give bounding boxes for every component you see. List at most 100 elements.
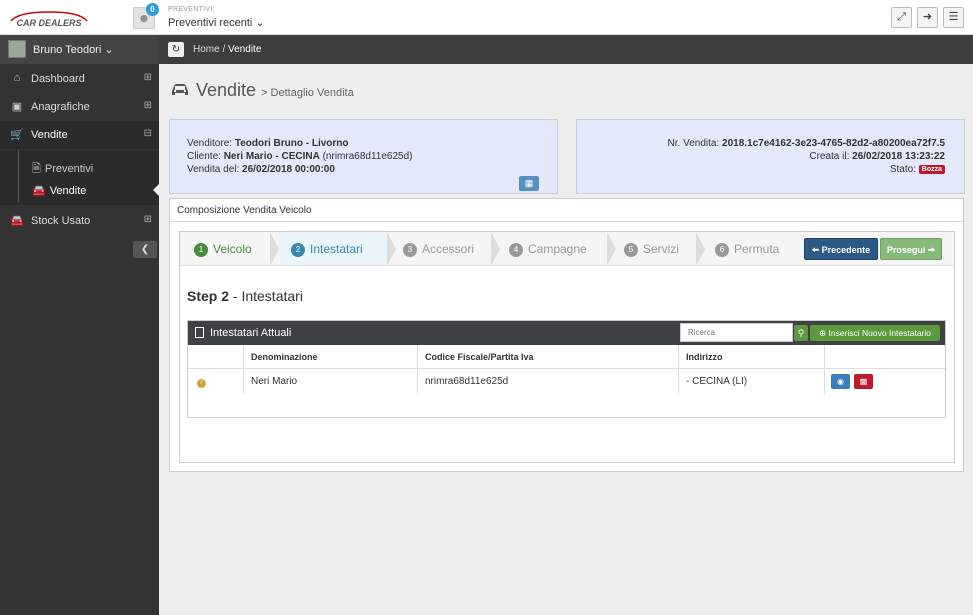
previous-button[interactable]: 🠨 Precedente bbox=[804, 238, 878, 260]
table-title: Intestatari Attuali bbox=[210, 327, 292, 339]
sidebar-subitem-label: Preventivi bbox=[44, 163, 94, 175]
column-header[interactable]: Codice Fiscale/Partita Iva bbox=[418, 345, 679, 369]
column-header-status bbox=[188, 345, 244, 369]
column-header-actions bbox=[825, 345, 945, 369]
preventivi-dropdown[interactable]: Preventivi recenti ⌄ bbox=[168, 16, 265, 29]
status-badge: Bozza bbox=[918, 165, 945, 174]
step-number: 4 bbox=[509, 243, 523, 257]
wizard-step-accessori[interactable]: 3 Accessori bbox=[396, 232, 491, 265]
breadcrumb: Home / Vendite bbox=[193, 44, 261, 55]
venditore-line: Venditore: Teodori Bruno - Livorno bbox=[187, 138, 349, 149]
sale-info-box: Venditore: Teodori Bruno - Livorno Clien… bbox=[169, 119, 558, 194]
menu-button[interactable]: ☰ bbox=[943, 7, 964, 28]
search-button[interactable]: ⚲ bbox=[794, 325, 808, 341]
page-title: Vendite > Dettaglio Vendita bbox=[170, 80, 354, 101]
sidebar-item-stock-usato[interactable]: 🚘 Stock Usato ⊞ bbox=[0, 207, 159, 235]
column-header[interactable]: Denominazione bbox=[244, 345, 418, 369]
view-button[interactable]: ◉ bbox=[831, 374, 850, 389]
owners-table-header: Intestatari Attuali ⚲ ⊕ Inserisci Nuovo … bbox=[188, 321, 945, 345]
expand-icon: ⊞ bbox=[143, 72, 152, 83]
sidebar-subitem-preventivi[interactable]: 🗎 Preventivi bbox=[32, 160, 93, 179]
page-title-text: Vendite bbox=[196, 80, 257, 100]
previous-label: Precedente bbox=[821, 245, 871, 255]
nr-vendita-label: Nr. Vendita: bbox=[667, 138, 720, 149]
document-button[interactable]: ▦ bbox=[519, 176, 539, 191]
sidebar-item-label: Anagrafiche bbox=[31, 101, 90, 113]
venditore-value: Teodori Bruno - Livorno bbox=[234, 138, 349, 149]
owner-cf: nrimra68d11e625d bbox=[418, 369, 679, 394]
cliente-value: Neri Mario - CECINA bbox=[223, 151, 320, 162]
chevron-down-icon: ⌄ bbox=[104, 44, 114, 56]
step-name: - Intestatari bbox=[232, 288, 303, 304]
file-icon bbox=[195, 327, 204, 338]
add-owner-button[interactable]: ⊕ Inserisci Nuovo Intestatario bbox=[810, 325, 940, 341]
address-card-icon: ▣ bbox=[11, 101, 23, 113]
wizard-container: 1 Veicolo 2 Intestatari 3 Accessori 4 Campag… bbox=[179, 231, 955, 463]
file-icon: ▦ bbox=[524, 178, 534, 188]
breadcrumb-separator: / bbox=[222, 44, 226, 55]
step-separator bbox=[696, 232, 705, 266]
arrow-right-icon: 🠪 bbox=[927, 245, 936, 255]
step-prefix: Step 2 bbox=[187, 288, 230, 304]
expand-icon: ⊞ bbox=[143, 100, 152, 111]
active-indicator bbox=[153, 184, 159, 196]
trash-icon: ▩ bbox=[859, 377, 868, 386]
owner-address: - CECINA (LI) bbox=[679, 369, 825, 394]
breadcrumb-home[interactable]: Home bbox=[193, 44, 220, 55]
step-number: 1 bbox=[194, 243, 208, 257]
step-label: Servizi bbox=[643, 242, 680, 256]
car-dealers-logo[interactable]: CAR DEALERS bbox=[8, 9, 90, 29]
logout-button[interactable]: ➜ bbox=[917, 7, 938, 28]
vendite-submenu: 🗎 Preventivi 🚘 Vendite bbox=[0, 150, 159, 205]
wizard-step-servizi[interactable]: 5 Servizi bbox=[616, 232, 706, 265]
page-subtitle: > Dettaglio Vendita bbox=[261, 87, 354, 99]
step-separator bbox=[270, 232, 279, 266]
nr-vendita-value: 2018.1c7e4162-3e23-4765-82d2-a80200ea72f… bbox=[722, 138, 945, 149]
wizard-steps: 1 Veicolo 2 Intestatari 3 Accessori 4 Campag… bbox=[180, 232, 954, 266]
owners-table: Intestatari Attuali ⚲ ⊕ Inserisci Nuovo … bbox=[187, 320, 946, 418]
sidebar-item-anagrafiche[interactable]: ▣ Anagrafiche ⊞ bbox=[0, 93, 159, 121]
notifications-button[interactable]: ☻ 0 bbox=[133, 3, 159, 29]
next-button[interactable]: Prosegui 🠪 bbox=[880, 238, 942, 260]
car-icon bbox=[172, 84, 188, 95]
cart-icon: 🛒 bbox=[10, 129, 24, 141]
next-label: Prosegui bbox=[886, 245, 926, 255]
breadcrumb-bar: ↻ Home / Vendite bbox=[159, 35, 973, 64]
step-separator bbox=[607, 232, 616, 266]
sale-status-box: Nr. Vendita: 2018.1c7e4162-3e23-4765-82d… bbox=[576, 119, 965, 194]
delete-button[interactable]: ▩ bbox=[854, 374, 873, 389]
add-owner-label: Inserisci Nuovo Intestatario bbox=[828, 328, 932, 338]
fullscreen-button[interactable]: ⤢ bbox=[891, 7, 912, 28]
column-header[interactable]: Indirizzo bbox=[679, 345, 825, 369]
wizard-step-veicolo[interactable]: 1 Veicolo bbox=[180, 232, 270, 265]
step-separator bbox=[387, 232, 396, 266]
step-label: Veicolo bbox=[213, 242, 252, 256]
nr-vendita-line: Nr. Vendita: 2018.1c7e4162-3e23-4765-82d… bbox=[668, 138, 945, 149]
wizard-step-campagne[interactable]: 4 Campagne bbox=[500, 232, 607, 265]
sidebar-item-vendite[interactable]: 🛒 Vendite ⊟ bbox=[0, 121, 159, 149]
refresh-button[interactable]: ↻ bbox=[168, 42, 184, 57]
owner-name: Neri Mario bbox=[244, 369, 418, 394]
breadcrumb-current: Vendite bbox=[228, 44, 262, 55]
home-icon: ⌂ bbox=[13, 72, 21, 84]
refresh-icon: ↻ bbox=[171, 44, 181, 55]
wizard-step-permuta[interactable]: 6 Permuta bbox=[705, 232, 795, 265]
stato-line: Stato: Bozza bbox=[890, 164, 945, 175]
wizard-step-intestatari[interactable]: 2 Intestatari bbox=[279, 232, 387, 265]
vendita-date-line: Vendita del: 26/02/2018 00:00:00 bbox=[187, 164, 335, 175]
step-label: Permuta bbox=[734, 242, 780, 256]
sidebar-subitem-label: Vendite bbox=[49, 185, 87, 197]
sidebar-subitem-vendite[interactable]: 🚘 Vendite bbox=[32, 184, 86, 197]
user-menu[interactable]: Bruno Teodori ⌄ bbox=[0, 35, 159, 64]
arrow-left-icon: ❮ bbox=[140, 244, 150, 255]
step-label: Intestatari bbox=[310, 242, 363, 256]
sidebar-collapse-button[interactable]: ❮ bbox=[133, 241, 157, 258]
sign-out-icon: ➜ bbox=[922, 11, 933, 23]
search-input[interactable] bbox=[680, 323, 793, 342]
chevron-down-icon: ⌄ bbox=[255, 17, 265, 29]
row-status-cell: ✓ bbox=[188, 369, 244, 394]
creata-label: Creata il: bbox=[809, 151, 850, 162]
sidebar-item-dashboard[interactable]: ⌂ Dashboard ⊞ bbox=[0, 65, 159, 93]
sidebar-item-label: Dashboard bbox=[31, 73, 85, 85]
search-icon: ⚲ bbox=[797, 328, 805, 338]
